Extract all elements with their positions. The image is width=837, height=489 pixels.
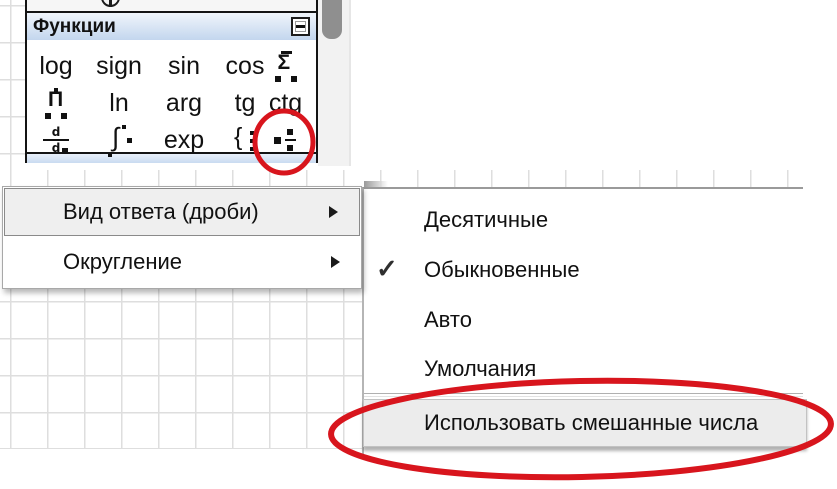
submenu-separator — [364, 393, 803, 397]
pi-icon: Π — [48, 89, 63, 110]
ln-button[interactable]: ln — [109, 91, 128, 116]
product-button[interactable]: Π — [43, 88, 69, 119]
submenu-item-label: Использовать смешанные числа — [424, 410, 758, 436]
functions-panel-title: Функции — [33, 13, 116, 40]
functions-row-2: Π ln arg tg ctg — [27, 85, 316, 122]
functions-panel: Функции log sign sin cos Σ Π ln — [25, 0, 318, 163]
submenu-item-use-mixed-numbers[interactable]: Использовать смешанные числа — [363, 399, 807, 447]
functions-row-1: log sign sin cos Σ — [27, 48, 316, 85]
submenu-item-label: Авто — [424, 307, 472, 333]
sin-button[interactable]: sin — [168, 54, 200, 79]
context-menu: Вид ответа (дроби) Округление — [2, 186, 362, 289]
integral-icon: ∫ — [112, 124, 119, 150]
sigma-icon: Σ — [278, 52, 291, 73]
menu-item-label: Вид ответа (дроби) — [63, 199, 259, 225]
submenu-item-label: Обыкновенные — [424, 257, 580, 283]
circled-plus-icon — [101, 0, 120, 7]
exp-button[interactable]: exp — [164, 128, 204, 153]
submenu-top-shadow — [364, 181, 388, 187]
minus-icon — [296, 25, 305, 28]
panel-dock-edge — [349, 0, 351, 166]
submenu-arrow-icon — [331, 256, 340, 268]
derivative-icon: d — [52, 125, 61, 139]
menu-item-rounding[interactable]: Округление — [3, 237, 361, 287]
functions-panel-body: log sign sin cos Σ Π ln arg tg ctg — [27, 40, 316, 152]
definite-integral-button[interactable]: ∫ — [106, 125, 132, 157]
answer-format-submenu: Десятичные ✓ Обыкновенные Авто Умолчания… — [362, 187, 803, 455]
submenu-item-auto[interactable]: Авто — [364, 295, 803, 345]
panel-scrollbar-thumb[interactable] — [322, 0, 342, 39]
log-button[interactable]: log — [39, 54, 72, 79]
worksheet-grid-left — [0, 0, 26, 170]
ctg-button[interactable]: ctg — [269, 91, 302, 116]
arg-button[interactable]: arg — [166, 91, 202, 116]
check-icon: ✓ — [376, 253, 398, 284]
submenu-item-defaults[interactable]: Умолчания — [364, 345, 803, 393]
menu-item-answer-format[interactable]: Вид ответа (дроби) — [4, 188, 360, 236]
minimize-button[interactable] — [291, 17, 310, 36]
submenu-item-label: Умолчания — [424, 356, 536, 382]
brace-icon: { — [234, 125, 242, 150]
panel-above-fragment — [27, 0, 316, 11]
mixed-number-button[interactable] — [274, 126, 298, 156]
submenu-item-common[interactable]: ✓ Обыкновенные — [364, 245, 803, 295]
submenu-item-label: Десятичные — [424, 207, 548, 233]
cos-button[interactable]: cos — [226, 54, 265, 79]
submenu-arrow-icon — [329, 206, 338, 218]
derivative-button[interactable]: d d — [43, 126, 69, 156]
sign-button[interactable]: sign — [96, 54, 142, 79]
tg-button[interactable]: tg — [235, 91, 256, 116]
submenu-item-decimal[interactable]: Десятичные — [364, 195, 803, 245]
summation-button[interactable]: Σ — [273, 51, 299, 82]
mixed-number-icon — [274, 137, 281, 144]
worksheet-grid-main — [0, 289, 363, 449]
menu-item-label: Округление — [63, 249, 182, 275]
functions-panel-header: Функции — [27, 13, 316, 40]
worksheet-grid-top-band — [0, 170, 803, 187]
equation-system-button[interactable]: { — [234, 126, 256, 156]
